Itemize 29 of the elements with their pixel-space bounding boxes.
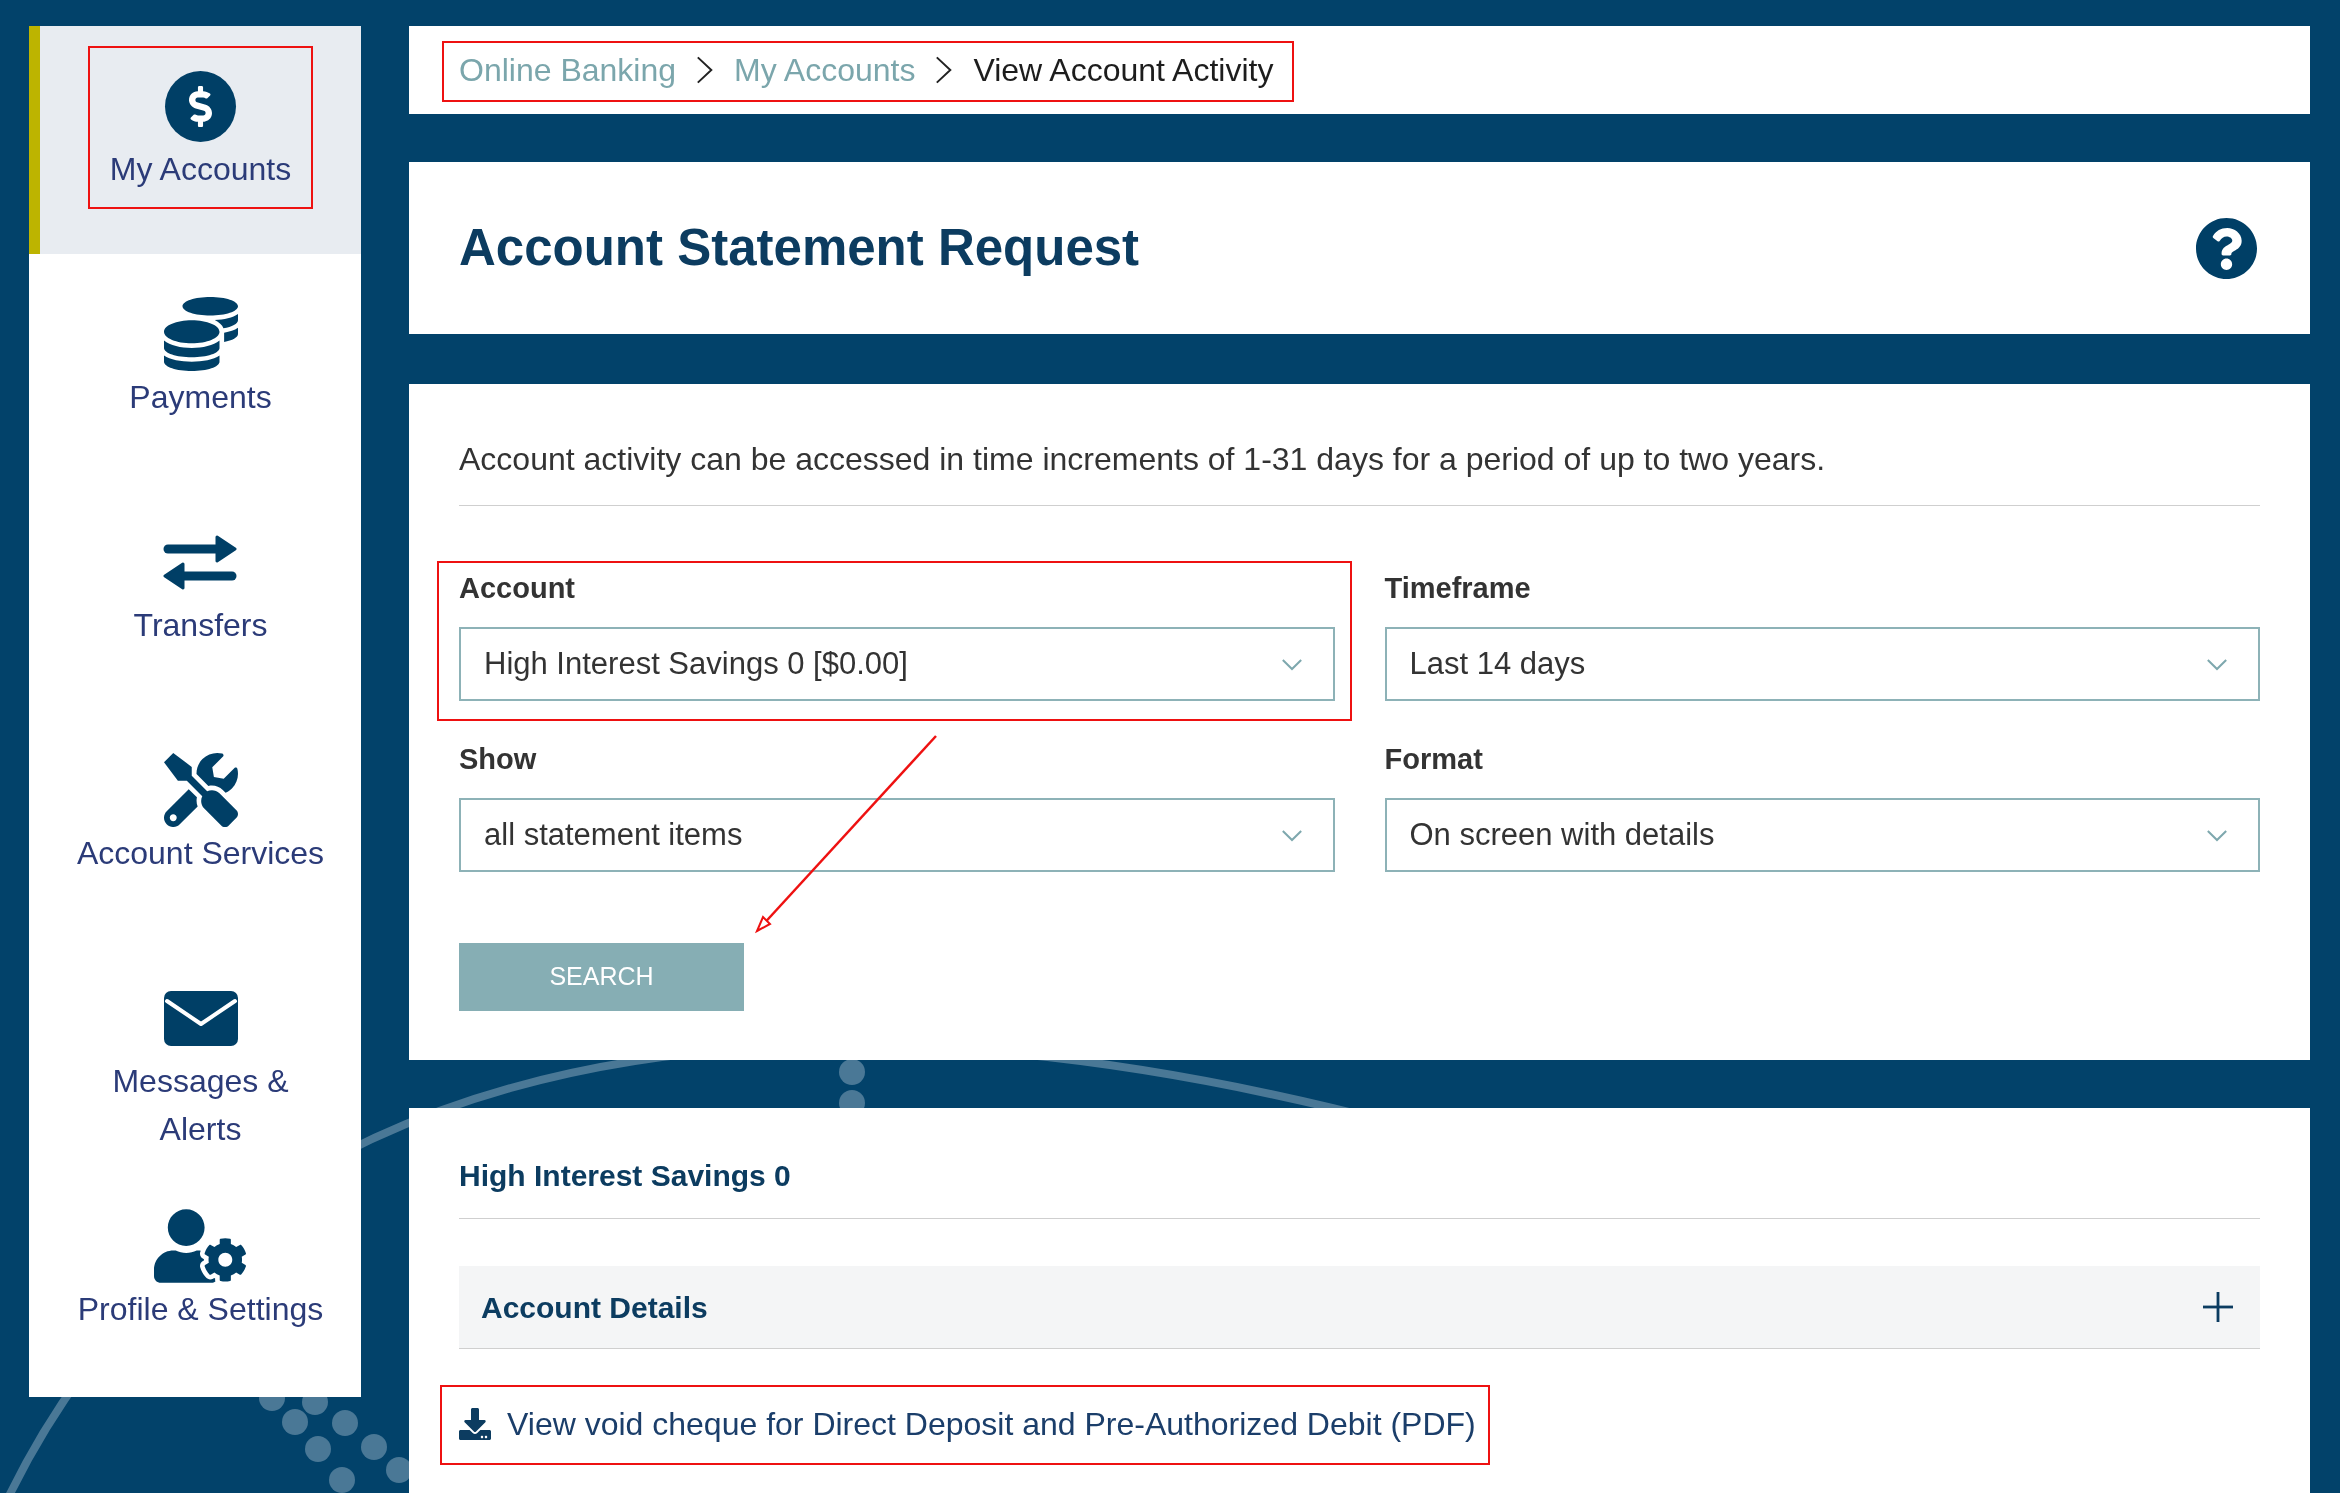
select-field[interactable]: all statement items	[459, 798, 1335, 872]
user-gear-icon	[154, 1209, 247, 1283]
help-icon[interactable]	[2195, 216, 2258, 280]
intro-text: Account activity can be accessed in time increments of 1-31 days for a period of up to two years.	[459, 441, 1826, 477]
field-label: Timeframe	[1384, 571, 1532, 605]
breadcrumb-current: View Account Activity	[973, 51, 1274, 89]
field-label: Account	[459, 571, 576, 605]
chevron-down-icon	[1280, 828, 1303, 842]
chevron-down-icon	[2206, 657, 2228, 671]
envelope-icon	[163, 990, 238, 1046]
chevron-down-icon	[2206, 828, 2228, 842]
plus-icon	[2203, 1292, 2233, 1322]
field-label: Format	[1384, 742, 1484, 776]
page-title: Account Statement Request	[459, 218, 1140, 278]
chevron-right-icon	[935, 55, 954, 85]
select-field[interactable]: High Interest Savings 0 [$0.00]	[459, 627, 1335, 701]
select-field[interactable]: Last 14 days	[1384, 627, 2260, 701]
coins-icon	[163, 297, 238, 371]
download-icon	[459, 1408, 491, 1440]
field-label: Show	[459, 742, 538, 776]
chevron-down-icon	[1280, 657, 1303, 671]
wrench-screwdriver-icon	[163, 753, 238, 827]
select-field[interactable]: On screen with details	[1384, 798, 2260, 872]
void-cheque-link[interactable]: View void cheque for Direct Deposit and Pre-Authorized Debit (PDF)	[459, 1406, 1476, 1442]
swap-arrows-icon	[163, 533, 238, 591]
accordion-header[interactable]: Account Details	[459, 1266, 2260, 1349]
account-heading: High Interest Savings 0	[459, 1159, 792, 1193]
chevron-right-icon	[696, 55, 715, 85]
sidebar-item[interactable]: My Accounts	[29, 26, 361, 254]
